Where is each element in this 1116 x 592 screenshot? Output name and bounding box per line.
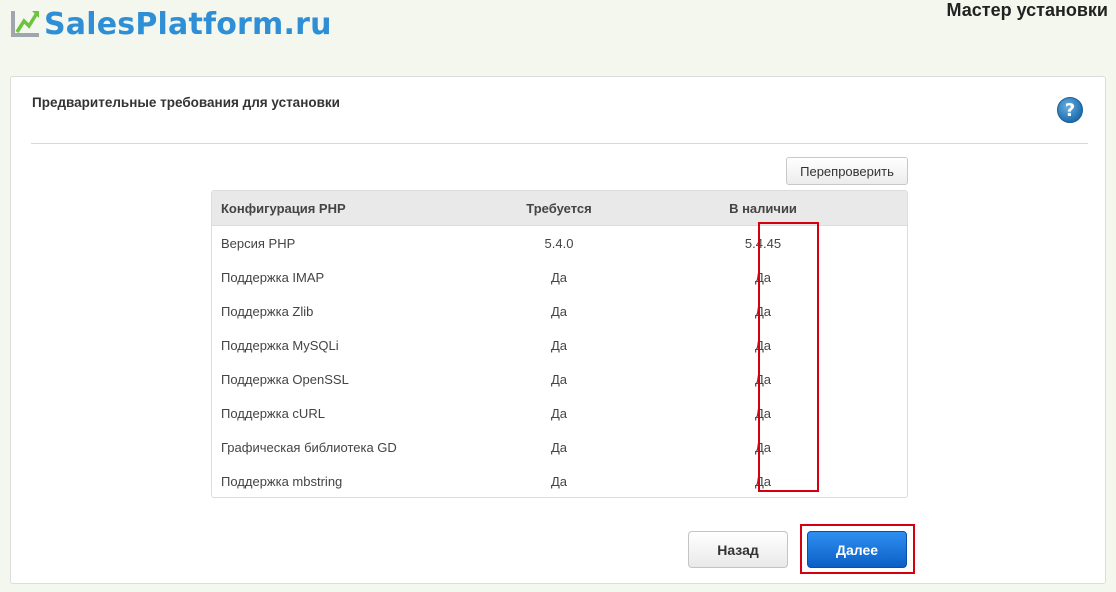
help-icon[interactable]: ? xyxy=(1057,97,1083,123)
panel-heading: Предварительные требования для установки xyxy=(32,95,340,110)
row-name: Поддержка mbstring xyxy=(221,473,343,489)
wizard-title: Мастер установки xyxy=(946,0,1108,20)
row-required: Да xyxy=(550,405,568,421)
row-name: Версия PHP xyxy=(221,235,296,251)
table-header: Конфигурация PHP Требуется В наличии xyxy=(212,191,907,226)
row-name: Графическая библиотека GD xyxy=(221,439,397,455)
row-required: Да xyxy=(550,371,568,387)
row-name: Поддержка cURL xyxy=(221,405,325,421)
requirements-panel: Предварительные требования для установки… xyxy=(10,76,1106,584)
column-header-config: Конфигурация PHP xyxy=(221,200,346,216)
logo-text: SalesPlatform.ru xyxy=(44,6,332,42)
row-required: Да xyxy=(550,473,568,489)
row-required: Да xyxy=(550,439,568,455)
logo-chart-icon xyxy=(11,11,39,37)
row-name: Поддержка MySQLi xyxy=(221,337,339,353)
row-name: Поддержка IMAP xyxy=(221,269,325,285)
column-header-required: Требуется xyxy=(526,200,592,216)
back-button[interactable]: Назад xyxy=(688,531,788,568)
recheck-button[interactable]: Перепроверить xyxy=(786,157,908,185)
column-header-available: В наличии xyxy=(729,200,797,216)
logo: SalesPlatform.ru xyxy=(8,4,332,44)
row-required: Да xyxy=(550,337,568,353)
available-column-highlight xyxy=(758,222,819,492)
row-required: Да xyxy=(550,269,568,285)
row-required: 5.4.0 xyxy=(544,235,574,251)
row-required: Да xyxy=(550,303,568,319)
row-name: Поддержка OpenSSL xyxy=(221,371,349,387)
row-name: Поддержка Zlib xyxy=(221,303,314,319)
divider xyxy=(31,143,1088,144)
next-button-highlight xyxy=(800,524,915,574)
